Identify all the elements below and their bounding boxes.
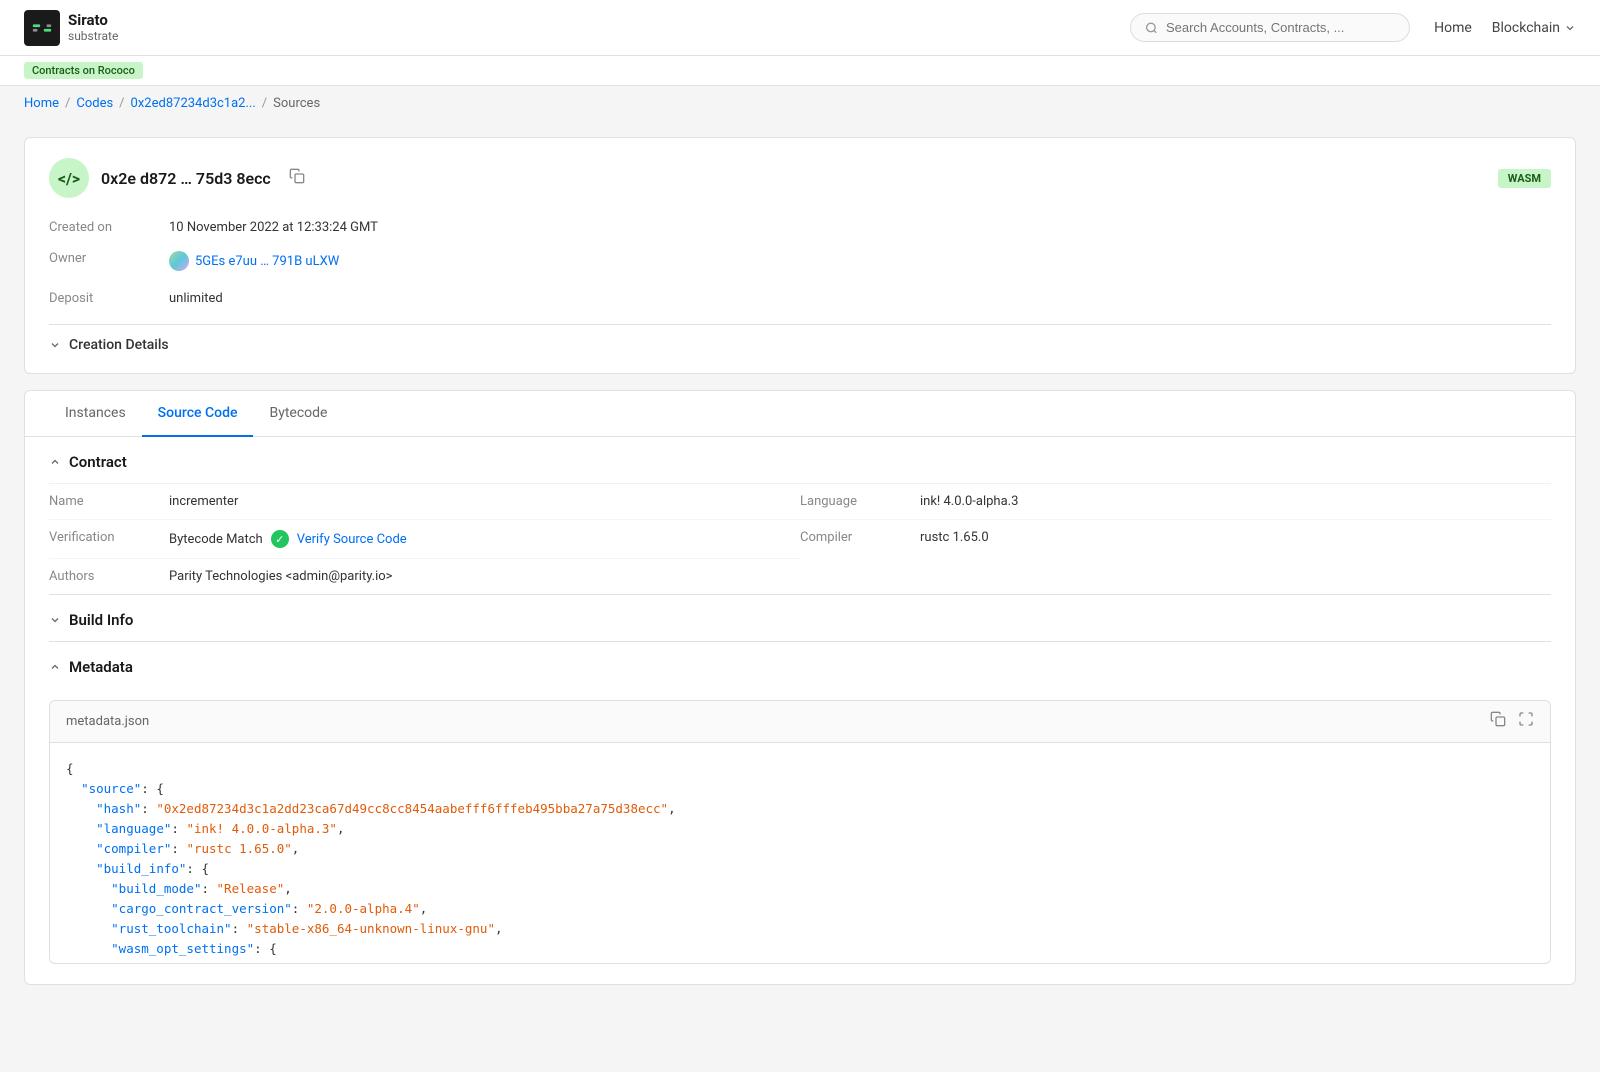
expand-code-button[interactable] xyxy=(1518,711,1534,732)
code-viewer-filename: metadata.json xyxy=(66,714,149,729)
search-input[interactable] xyxy=(1166,20,1395,35)
authors-label: Authors xyxy=(49,569,169,584)
bytecode-match-text: Bytecode Match xyxy=(169,532,263,547)
contract-right: Language ink! 4.0.0-alpha.3 Compiler rus… xyxy=(800,484,1551,594)
code-title-left: </> 0x2e d872 … 75d3 8ecc xyxy=(49,158,311,198)
owner-address[interactable]: 5GEs e7uu … 791B uLXW xyxy=(195,254,339,269)
wasm-badge: WASM xyxy=(1498,169,1551,188)
code-hash: 0x2e d872 … 75d3 8ecc xyxy=(101,169,271,188)
main-content: </> 0x2e d872 … 75d3 8ecc WASM Created o… xyxy=(0,137,1600,1009)
code-viewer: metadata.json xyxy=(49,700,1551,964)
owner-label: Owner xyxy=(49,249,169,277)
language-value: ink! 4.0.0-alpha.3 xyxy=(920,494,1551,509)
code-viewer-actions xyxy=(1490,711,1534,732)
sub-header: Contracts on Rococo xyxy=(0,56,1600,86)
logo-name: Sirato xyxy=(68,11,118,29)
verification-value: Bytecode Match ✓ Verify Source Code xyxy=(169,530,800,548)
contract-language-row: Language ink! 4.0.0-alpha.3 xyxy=(800,484,1551,520)
metadata-section-header[interactable]: Metadata xyxy=(49,642,1551,688)
verify-source-code-link[interactable]: Verify Source Code xyxy=(297,532,407,547)
deposit-label: Deposit xyxy=(49,289,169,308)
nav-home[interactable]: Home xyxy=(1434,20,1472,36)
verification-label: Verification xyxy=(49,530,169,548)
created-on-label: Created on xyxy=(49,218,169,237)
tab-instances[interactable]: Instances xyxy=(49,391,142,437)
copy-icon xyxy=(289,168,305,184)
network-badge: Contracts on Rococo xyxy=(24,62,143,79)
name-value: incrementer xyxy=(169,494,800,509)
code-title-row: </> 0x2e d872 … 75d3 8ecc WASM xyxy=(49,158,1551,198)
nav-blockchain[interactable]: Blockchain xyxy=(1492,20,1576,36)
logo[interactable]: Sirato substrate xyxy=(24,10,118,46)
owner-avatar-image xyxy=(169,251,189,271)
deposit-value: unlimited xyxy=(169,289,1551,308)
code-icon-symbol: </> xyxy=(58,169,80,188)
contract-authors-row: Authors Parity Technologies <admin@parit… xyxy=(49,559,800,594)
breadcrumb: Home / Codes / 0x2ed87234d3c1a2... / Sou… xyxy=(0,86,1600,121)
contract-label: Contract xyxy=(69,453,127,471)
metadata-label: Metadata xyxy=(69,658,133,676)
logo-text: Sirato substrate xyxy=(68,11,118,43)
authors-value: Parity Technologies <admin@parity.io> xyxy=(169,569,800,584)
breadcrumb-hash[interactable]: 0x2ed87234d3c1a2... xyxy=(131,96,256,111)
header-left: Sirato substrate xyxy=(24,10,118,46)
contract-verification-row: Verification Bytecode Match ✓ Verify Sou… xyxy=(49,520,800,559)
creation-details-label: Creation Details xyxy=(69,337,169,353)
created-on-value: 10 November 2022 at 12:33:24 GMT xyxy=(169,218,1551,237)
breadcrumb-sep-3: / xyxy=(262,96,267,111)
verification-row: Bytecode Match ✓ Verify Source Code xyxy=(169,530,800,548)
code-header-card: </> 0x2e d872 … 75d3 8ecc WASM Created o… xyxy=(24,137,1576,374)
meta-grid: Created on 10 November 2022 at 12:33:24 … xyxy=(49,218,1551,308)
tabs-card: Instances Source Code Bytecode Contract … xyxy=(24,390,1576,985)
build-info-section: Build Info xyxy=(49,594,1551,641)
header-right: Home Blockchain xyxy=(1130,13,1576,42)
breadcrumb-sep-2: / xyxy=(119,96,124,111)
breadcrumb-current: Sources xyxy=(273,96,320,111)
metadata-section: Metadata metadata.json xyxy=(49,641,1551,964)
copy-icon xyxy=(1490,711,1506,727)
app-header: Sirato substrate Home Blockchain xyxy=(0,0,1600,56)
code-icon: </> xyxy=(49,158,89,198)
copy-code-button[interactable] xyxy=(1490,711,1506,732)
logo-icon xyxy=(24,10,60,46)
chevron-down-icon xyxy=(49,339,61,351)
owner-value: 5GEs e7uu … 791B uLXW xyxy=(169,249,1551,277)
contract-section-header[interactable]: Contract xyxy=(49,437,1551,483)
verify-check-icon: ✓ xyxy=(271,530,289,548)
copy-hash-button[interactable] xyxy=(283,166,311,191)
search-box[interactable] xyxy=(1130,13,1410,42)
build-info-label: Build Info xyxy=(69,611,133,629)
tab-bytecode[interactable]: Bytecode xyxy=(253,391,343,437)
breadcrumb-home[interactable]: Home xyxy=(24,96,59,111)
search-icon xyxy=(1145,21,1158,35)
contract-compiler-row: Compiler rustc 1.65.0 xyxy=(800,520,1551,555)
chevron-up-icon xyxy=(49,661,61,673)
build-info-header[interactable]: Build Info xyxy=(49,595,1551,641)
contract-fields: Name incrementer Verification Bytecode M… xyxy=(49,483,1551,594)
contract-name-row: Name incrementer xyxy=(49,484,800,520)
code-viewer-body[interactable]: { "source": { "hash": "0x2ed87234d3c1a2d… xyxy=(50,743,1550,963)
chevron-up-icon xyxy=(49,456,61,468)
tab-source-code[interactable]: Source Code xyxy=(142,391,254,437)
contract-left: Name incrementer Verification Bytecode M… xyxy=(49,484,800,594)
tabs-header: Instances Source Code Bytecode xyxy=(25,391,1575,437)
creation-details-header[interactable]: Creation Details xyxy=(49,337,1551,353)
code-content: { "source": { "hash": "0x2ed87234d3c1a2d… xyxy=(66,759,1534,959)
chevron-down-icon xyxy=(49,614,61,626)
language-label: Language xyxy=(800,494,920,509)
breadcrumb-sep-1: / xyxy=(65,96,70,111)
name-label: Name xyxy=(49,494,169,509)
logo-subtitle: substrate xyxy=(68,29,118,43)
tabs-content: Contract Name incrementer Verification B… xyxy=(25,437,1575,964)
compiler-value: rustc 1.65.0 xyxy=(920,530,1551,545)
owner-avatar: 5GEs e7uu … 791B uLXW xyxy=(169,251,339,271)
expand-icon xyxy=(1518,711,1534,727)
breadcrumb-codes[interactable]: Codes xyxy=(76,96,113,111)
nav-blockchain-label: Blockchain xyxy=(1492,20,1560,36)
creation-details-section: Creation Details xyxy=(49,324,1551,353)
nav-links: Home Blockchain xyxy=(1434,20,1576,36)
compiler-label: Compiler xyxy=(800,530,920,545)
chevron-down-icon xyxy=(1564,22,1576,34)
code-viewer-header: metadata.json xyxy=(50,701,1550,743)
